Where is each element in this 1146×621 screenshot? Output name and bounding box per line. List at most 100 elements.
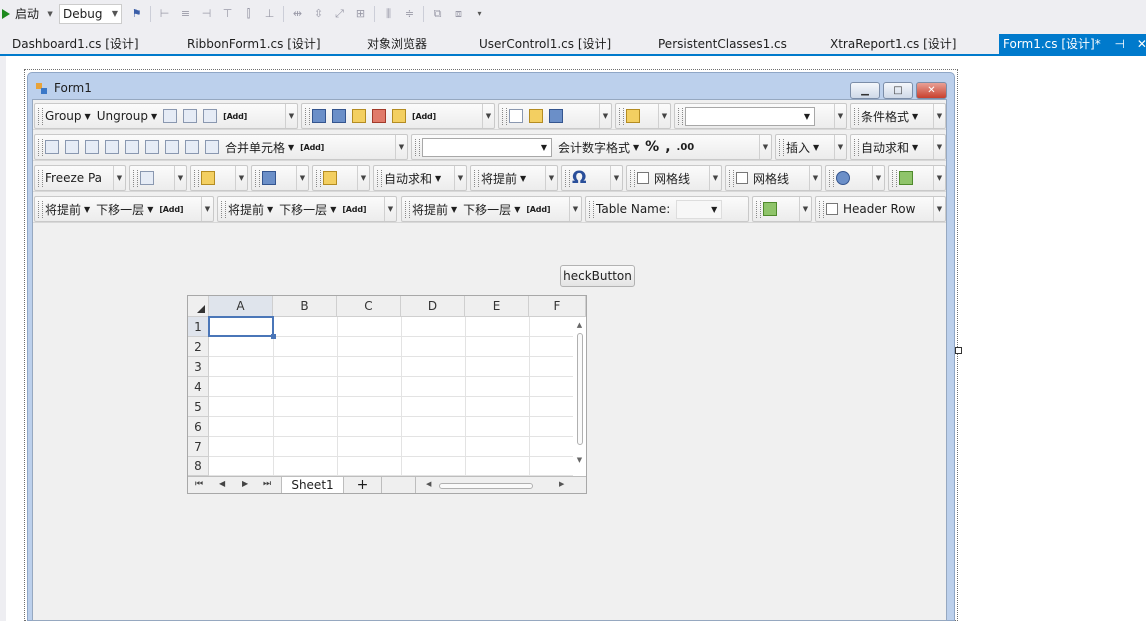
same-width-icon[interactable]: ⇹ <box>290 6 305 21</box>
filter-icon[interactable] <box>352 109 366 123</box>
pin-icon[interactable]: ⊣ <box>1115 34 1125 54</box>
increase-indent-icon[interactable] <box>185 140 199 154</box>
reapply-filter-icon[interactable] <box>392 109 406 123</box>
print-icon[interactable] <box>323 171 337 185</box>
first-sheet-icon[interactable]: ⏮ <box>195 479 203 489</box>
table-row[interactable] <box>209 437 573 457</box>
start-debugging-icon[interactable] <box>2 8 10 19</box>
overflow-icon[interactable]: ▼ <box>454 166 466 190</box>
tab-form1[interactable]: Form1.cs [设计]* ⊣ ✕ <box>999 34 1146 54</box>
wrap-text-icon[interactable] <box>205 140 219 154</box>
overflow-icon[interactable]: ▼ <box>482 104 494 128</box>
next-sheet-icon[interactable]: ▶ <box>242 479 248 488</box>
resize-handle[interactable] <box>955 347 962 354</box>
table-row[interactable] <box>209 357 573 377</box>
save-icon[interactable] <box>549 109 563 123</box>
align-right-icon[interactable] <box>145 140 159 154</box>
overflow-icon[interactable]: ▼ <box>709 166 721 190</box>
table-row[interactable] <box>209 397 573 417</box>
scroll-right-icon[interactable]: ▶ <box>559 480 564 488</box>
overflow-icon[interactable]: ▼ <box>384 197 396 221</box>
v-spacing-icon[interactable]: ≑ <box>402 6 417 21</box>
spreadsheet-control[interactable]: A B C D E F 1 2 3 4 5 6 7 8 ▲ ▼ ⏮ ◀ ▶ ⏭ … <box>187 295 587 494</box>
align-middle-icon[interactable] <box>65 140 79 154</box>
sheet-tab-splitter[interactable] <box>382 477 416 493</box>
align-center-icon[interactable]: ≡ <box>178 6 193 21</box>
minimize-button[interactable]: ▁ <box>850 82 880 99</box>
vertical-scrollbar[interactable]: ▲ ▼ <box>573 317 586 476</box>
align-right-icon[interactable]: ⊣ <box>199 6 214 21</box>
row-header[interactable]: 7 <box>188 437 209 457</box>
percent-button[interactable]: % <box>645 139 659 155</box>
attach-icon[interactable]: ⚑ <box>129 6 144 21</box>
same-height-icon[interactable]: ⇳ <box>311 6 326 21</box>
same-size-icon[interactable]: ⤢ <box>332 6 347 21</box>
column-header[interactable]: E <box>465 296 529 317</box>
fill-handle[interactable] <box>271 334 276 339</box>
config-combo[interactable]: Debug ▼ <box>59 3 123 24</box>
overflow-icon[interactable]: ▼ <box>809 166 821 190</box>
overflow-icon[interactable]: ▼ <box>834 104 846 128</box>
h-spacing-icon[interactable]: ⫼ <box>381 6 396 21</box>
overflow-icon[interactable]: ▼ <box>933 197 945 221</box>
overflow-icon[interactable]: ▼ <box>285 104 297 128</box>
tab-ribbonform1[interactable]: RibbonForm1.cs [设计] <box>187 34 321 54</box>
clear-filter-icon[interactable] <box>372 109 386 123</box>
new-file-icon[interactable] <box>509 109 523 123</box>
size-to-grid-icon[interactable]: ⊞ <box>353 6 368 21</box>
row-header[interactable]: 1 <box>188 317 209 337</box>
hyperlink-icon[interactable] <box>836 171 850 185</box>
align-top-icon[interactable] <box>45 140 59 154</box>
scroll-thumb[interactable] <box>576 333 583 445</box>
merge-cells-button[interactable]: 合并单元格 ▼ <box>225 139 294 156</box>
tab-object-browser[interactable]: 对象浏览器 <box>367 34 427 54</box>
start-button[interactable]: 启动 <box>15 5 39 22</box>
align-top-icon[interactable]: ⊤ <box>220 6 235 21</box>
image-icon[interactable] <box>899 171 913 185</box>
picture-icon[interactable] <box>262 171 276 185</box>
gridlines-checkbox[interactable] <box>637 172 649 184</box>
align-left-icon[interactable]: ⊢ <box>157 6 172 21</box>
overflow-icon[interactable]: ▼ <box>658 104 670 128</box>
symbol-button[interactable]: Ω <box>572 168 586 188</box>
dropdown-icon[interactable]: ▼ <box>46 6 54 21</box>
autosum-button[interactable]: 自动求和 ▼ <box>861 139 918 156</box>
maximize-button[interactable]: □ <box>883 82 913 99</box>
tab-usercontrol1[interactable]: UserControl1.cs [设计] <box>479 34 611 54</box>
sheet-tab[interactable]: Sheet1 <box>281 477 344 493</box>
close-icon[interactable]: ✕ <box>1137 34 1146 54</box>
autosum-button[interactable]: 自动求和 ▼ <box>384 170 441 187</box>
freeze-panes-button[interactable]: Freeze Pa <box>45 171 102 185</box>
overflow-icon[interactable]: ▼ <box>545 166 557 190</box>
scroll-up-icon[interactable]: ▲ <box>573 321 586 329</box>
send-back-icon[interactable]: ⧈ <box>451 6 466 21</box>
overflow-icon[interactable]: ▼ <box>799 197 811 221</box>
send-backward-button[interactable]: 下移一层 ▼ <box>463 201 520 218</box>
column-header[interactable]: F <box>529 296 586 317</box>
bring-forward-button[interactable]: 将提前 ▼ <box>45 201 90 218</box>
table-icon[interactable] <box>140 171 154 185</box>
conditional-format-button[interactable]: 条件格式 ▼ <box>861 108 918 125</box>
add-button[interactable]: [Add] <box>300 143 324 152</box>
open-file-icon[interactable] <box>529 109 543 123</box>
toolbar-overflow-icon[interactable]: ▾ <box>472 6 487 21</box>
add-button[interactable]: [Add] <box>223 112 247 121</box>
add-button[interactable]: [Add] <box>412 112 436 121</box>
outline-icon[interactable] <box>163 109 178 123</box>
column-header[interactable]: A <box>209 296 273 317</box>
add-outline-icon[interactable] <box>183 109 198 123</box>
select-all-corner[interactable] <box>188 296 209 317</box>
overflow-icon[interactable]: ▼ <box>235 166 247 190</box>
table-row[interactable] <box>209 337 573 357</box>
tab-persistentclasses1[interactable]: PersistentClasses1.cs <box>658 34 787 54</box>
check-button[interactable]: heckButton <box>560 265 635 287</box>
row-header[interactable]: 8 <box>188 457 209 476</box>
align-center-icon[interactable] <box>125 140 139 154</box>
row-header[interactable]: 3 <box>188 357 209 377</box>
bring-forward-button[interactable]: 将提前 ▼ <box>228 201 273 218</box>
overflow-icon[interactable]: ▼ <box>296 166 308 190</box>
overflow-icon[interactable]: ▼ <box>113 166 125 190</box>
table-row[interactable] <box>209 417 573 437</box>
overflow-icon[interactable]: ▼ <box>357 166 369 190</box>
last-sheet-icon[interactable]: ⏭ <box>263 479 271 489</box>
